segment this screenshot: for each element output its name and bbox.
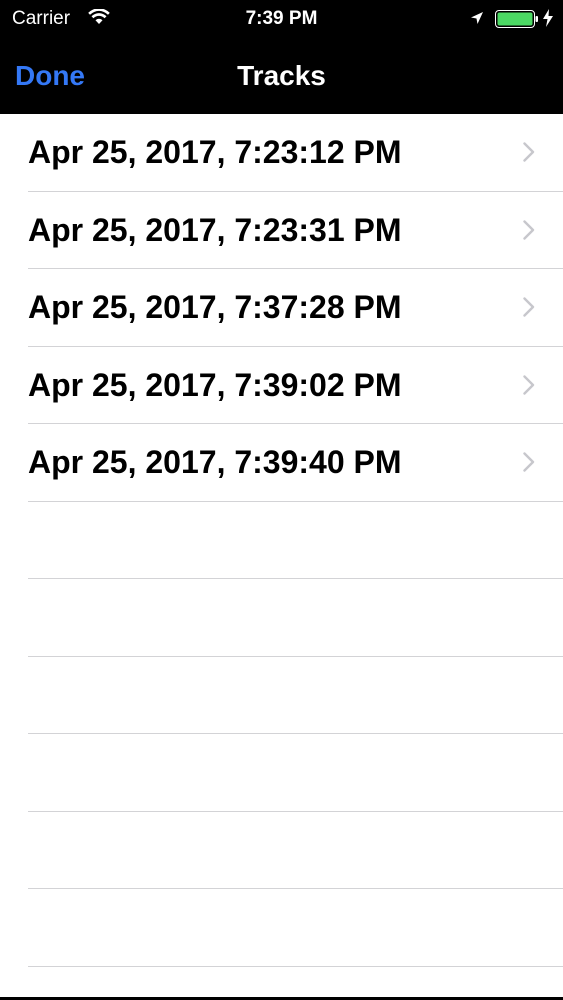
- track-label: Apr 25, 2017, 7:23:12 PM: [28, 134, 402, 170]
- track-label: Apr 25, 2017, 7:39:02 PM: [28, 366, 402, 403]
- track-label: Apr 25, 2017, 7:37:28 PM: [28, 289, 402, 325]
- empty-row: [0, 502, 563, 580]
- empty-row: [0, 734, 563, 812]
- chevron-right-icon: [523, 452, 535, 477]
- chevron-right-icon: [523, 297, 535, 322]
- chevron-right-icon: [523, 219, 535, 245]
- status-bar: Carrier 7:39 PM: [0, 0, 563, 38]
- track-row[interactable]: Apr 25, 2017, 7:23:12 PM: [0, 114, 563, 192]
- track-row[interactable]: Apr 25, 2017, 7:39:02 PM: [0, 346, 563, 424]
- location-icon: [470, 11, 484, 30]
- track-label: Apr 25, 2017, 7:39:40 PM: [28, 444, 402, 480]
- track-label: Apr 25, 2017, 7:23:31 PM: [28, 211, 402, 248]
- track-row[interactable]: Apr 25, 2017, 7:39:40 PM: [0, 424, 563, 502]
- track-row[interactable]: Apr 25, 2017, 7:23:31 PM: [0, 191, 563, 269]
- chevron-right-icon: [523, 374, 535, 400]
- track-row[interactable]: Apr 25, 2017, 7:37:28 PM: [0, 269, 563, 347]
- empty-row: [0, 812, 563, 890]
- page-title: Tracks: [237, 60, 326, 91]
- empty-row: [0, 657, 563, 735]
- charging-bolt-icon: [543, 9, 553, 32]
- navigation-bar: Done Tracks: [0, 38, 563, 114]
- track-list: Apr 25, 2017, 7:23:12 PM Apr 25, 2017, 7…: [0, 114, 563, 967]
- empty-row: [0, 579, 563, 657]
- chevron-right-icon: [523, 142, 535, 167]
- battery-icon: [495, 10, 539, 33]
- empty-row: [0, 889, 563, 967]
